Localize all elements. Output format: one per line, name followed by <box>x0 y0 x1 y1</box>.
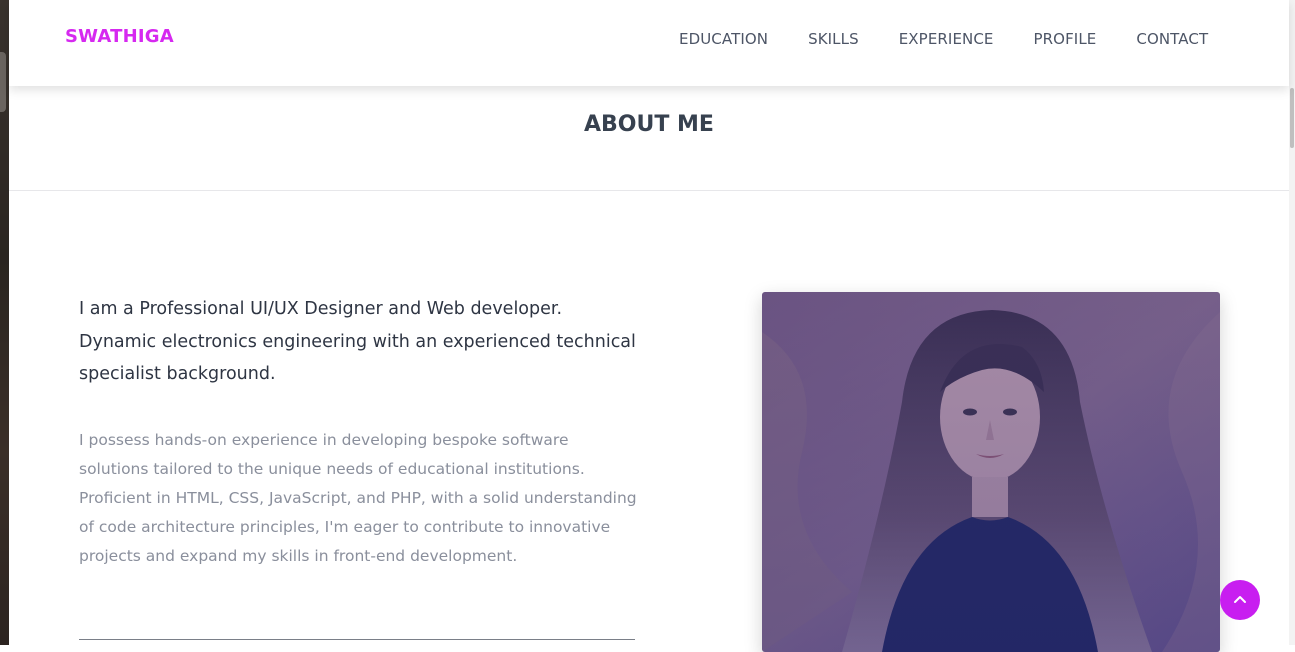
scroll-to-top-button[interactable] <box>1220 580 1260 620</box>
section-title: ABOUT ME <box>584 112 714 137</box>
scrollbar-thumb[interactable] <box>1290 88 1294 148</box>
nav-item-skills[interactable]: SKILLS <box>808 30 859 48</box>
nav-item-experience[interactable]: EXPERIENCE <box>899 30 994 48</box>
site-header: SWATHIGA EDUCATION SKILLS EXPERIENCE PRO… <box>9 0 1289 86</box>
window-edge-handle <box>0 52 6 112</box>
site-logo[interactable]: SWATHIGA <box>65 26 174 47</box>
page-scrollbar[interactable] <box>1289 0 1295 645</box>
section-divider <box>9 190 1289 191</box>
about-description: I possess hands-on experience in develop… <box>79 431 637 565</box>
nav-item-contact[interactable]: CONTACT <box>1136 30 1208 48</box>
main-nav: EDUCATION SKILLS EXPERIENCE PROFILE CONT… <box>679 30 1208 48</box>
profile-photo <box>762 292 1220 652</box>
intro-text: I am a Professional UI/UX Designer and W… <box>79 299 636 384</box>
background-window-edge <box>0 0 9 645</box>
content-divider <box>79 639 635 640</box>
chevron-up-icon <box>1234 596 1246 603</box>
nav-item-profile[interactable]: PROFILE <box>1034 30 1097 48</box>
nav-item-education[interactable]: EDUCATION <box>679 30 768 48</box>
